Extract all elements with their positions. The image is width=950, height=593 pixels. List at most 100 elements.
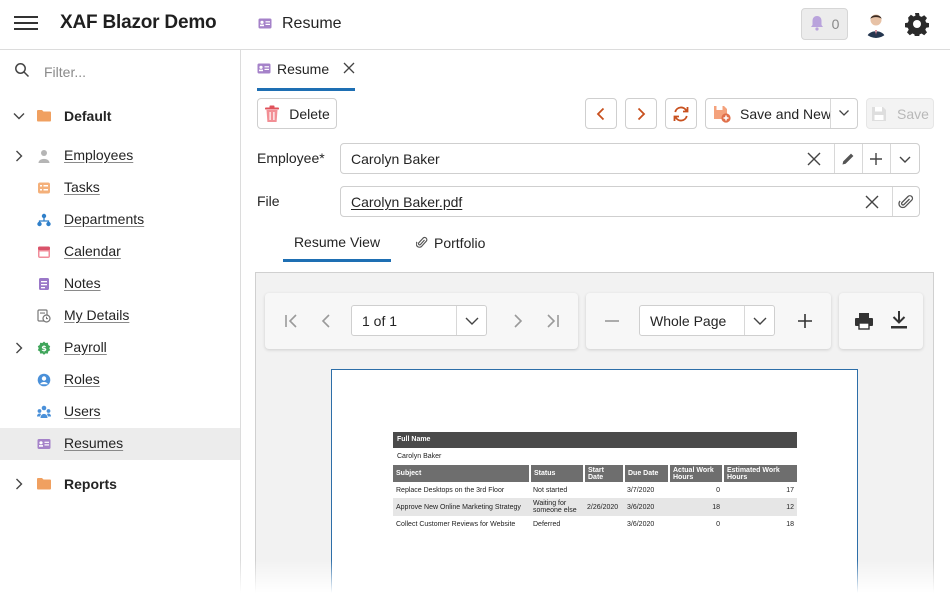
zoom-selector[interactable]: Whole Page xyxy=(639,305,775,336)
tab-portfolio[interactable]: Portfolio xyxy=(416,224,485,262)
table-cell: 3/6/2020 xyxy=(624,498,669,516)
table-cell: 0 xyxy=(716,486,720,494)
user-avatar[interactable] xyxy=(862,10,890,38)
view-title: Resume xyxy=(282,15,342,32)
filter-input[interactable]: Filter... xyxy=(44,64,86,80)
zoom-out-icon[interactable] xyxy=(602,311,622,331)
print-icon[interactable] xyxy=(854,311,874,331)
sidebar-item-users[interactable]: Users xyxy=(0,396,240,428)
sidebar-item-label: Payroll xyxy=(64,339,107,355)
page-selector-value: 1 of 1 xyxy=(362,313,398,329)
trash-icon xyxy=(264,105,280,123)
download-icon[interactable] xyxy=(889,310,909,330)
file-field[interactable]: Carolyn Baker.pdf xyxy=(340,186,920,217)
table-cell: 18 xyxy=(669,498,723,516)
paperclip-icon[interactable] xyxy=(898,194,914,210)
divider xyxy=(862,144,863,173)
sidebar-item-roles[interactable]: Roles xyxy=(0,364,240,396)
full-name-value: Carolyn Baker xyxy=(397,453,442,460)
menu-icon[interactable] xyxy=(14,15,38,35)
sidebar-item-label: Calendar xyxy=(64,243,121,259)
table-header-row: Subject Status Start Date Due Date Actua… xyxy=(393,465,797,482)
document-tabs: Resume xyxy=(241,50,950,92)
sidebar: Filter... Default Employees Tasks Depart… xyxy=(0,50,241,593)
sidebar-item-tasks[interactable]: Tasks xyxy=(0,172,240,204)
file-label: File xyxy=(257,193,280,209)
settings-gear-icon[interactable] xyxy=(904,12,930,38)
save-and-new-button[interactable]: Save and New xyxy=(705,98,858,129)
roles-icon xyxy=(37,373,51,387)
notes-icon xyxy=(37,277,51,291)
page-selector[interactable]: 1 of 1 xyxy=(351,305,487,336)
previous-record-button[interactable] xyxy=(585,98,617,129)
delete-button[interactable]: Delete xyxy=(257,98,337,129)
chevron-down-icon[interactable] xyxy=(897,151,913,167)
chevron-right-icon[interactable] xyxy=(12,341,26,358)
table-cell xyxy=(584,516,624,532)
nav-group-reports[interactable]: Reports xyxy=(0,469,240,499)
edit-pencil-icon[interactable] xyxy=(840,151,856,167)
sidebar-item-label: My Details xyxy=(64,307,130,323)
table-cell: 18 xyxy=(786,520,794,528)
zoom-value: Whole Page xyxy=(650,313,727,329)
svg-text:$: $ xyxy=(41,344,47,353)
pdf-page: Full Name Carolyn Baker Subject Status S… xyxy=(331,369,858,593)
column-header: Start Date xyxy=(584,465,625,482)
tab-label: Resume xyxy=(277,61,330,77)
close-icon[interactable] xyxy=(343,61,355,77)
chevron-down-icon[interactable] xyxy=(456,306,486,335)
chevron-down-icon[interactable] xyxy=(838,107,850,119)
tasks-table: Subject Status Start Date Due Date Actua… xyxy=(393,465,797,532)
add-icon[interactable] xyxy=(868,151,884,167)
sidebar-item-payroll[interactable]: $ Payroll xyxy=(0,332,240,364)
previous-page-icon[interactable] xyxy=(316,311,336,331)
column-header: Subject xyxy=(393,465,531,482)
table-cell: 0 xyxy=(716,520,720,528)
notifications-button[interactable]: 0 xyxy=(801,8,848,40)
tab-label: Portfolio xyxy=(434,235,486,251)
first-page-icon[interactable] xyxy=(282,311,302,331)
sidebar-item-label: Resumes xyxy=(64,435,124,451)
split-divider xyxy=(830,99,831,128)
file-link[interactable]: Carolyn Baker.pdf xyxy=(351,194,462,210)
column-header: Estimated Work Hours xyxy=(723,465,797,482)
sidebar-item-calendar[interactable]: Calendar xyxy=(0,236,240,268)
notification-count: 0 xyxy=(831,16,840,32)
sidebar-item-my-details[interactable]: My Details xyxy=(0,300,240,332)
table-cell: Not started xyxy=(533,486,568,494)
save-button[interactable]: Save xyxy=(866,98,934,129)
delete-label: Delete xyxy=(289,105,330,122)
nav-group-default[interactable]: Default xyxy=(0,101,240,131)
refresh-button[interactable] xyxy=(665,98,697,129)
sidebar-item-employees[interactable]: Employees xyxy=(0,140,240,172)
tab-resume[interactable]: Resume xyxy=(257,50,355,91)
sidebar-item-notes[interactable]: Notes xyxy=(0,268,240,300)
next-record-button[interactable] xyxy=(625,98,657,129)
save-new-icon xyxy=(713,105,731,123)
table-row: Approve New Online Marketing Strategy Wa… xyxy=(393,498,797,516)
bell-icon xyxy=(810,15,824,34)
table-cell xyxy=(584,482,624,498)
refresh-icon xyxy=(672,105,690,123)
chevron-down-icon[interactable] xyxy=(744,306,774,335)
clear-icon[interactable] xyxy=(864,194,880,210)
sidebar-item-departments[interactable]: Departments xyxy=(0,204,240,236)
export-toolbar xyxy=(839,293,923,349)
tab-resume-view[interactable]: Resume View xyxy=(283,224,391,262)
next-page-icon[interactable] xyxy=(508,311,528,331)
last-page-icon[interactable] xyxy=(542,311,562,331)
employee-lookup[interactable]: Carolyn Baker xyxy=(340,143,920,174)
search-icon xyxy=(14,62,30,81)
chevron-right-icon[interactable] xyxy=(12,477,26,494)
table-cell: 12 xyxy=(723,498,797,516)
employee-label: Employee* xyxy=(257,150,325,166)
filter-box[interactable]: Filter... xyxy=(14,62,86,81)
chevron-right-icon[interactable] xyxy=(12,149,26,166)
divider xyxy=(890,144,891,173)
clear-icon[interactable] xyxy=(806,151,822,167)
sidebar-item-resumes[interactable]: Resumes xyxy=(0,428,240,460)
full-name-header: Full Name xyxy=(393,432,797,448)
zoom-in-icon[interactable] xyxy=(795,311,815,331)
divider xyxy=(834,144,835,173)
chevron-down-icon[interactable] xyxy=(12,109,26,126)
